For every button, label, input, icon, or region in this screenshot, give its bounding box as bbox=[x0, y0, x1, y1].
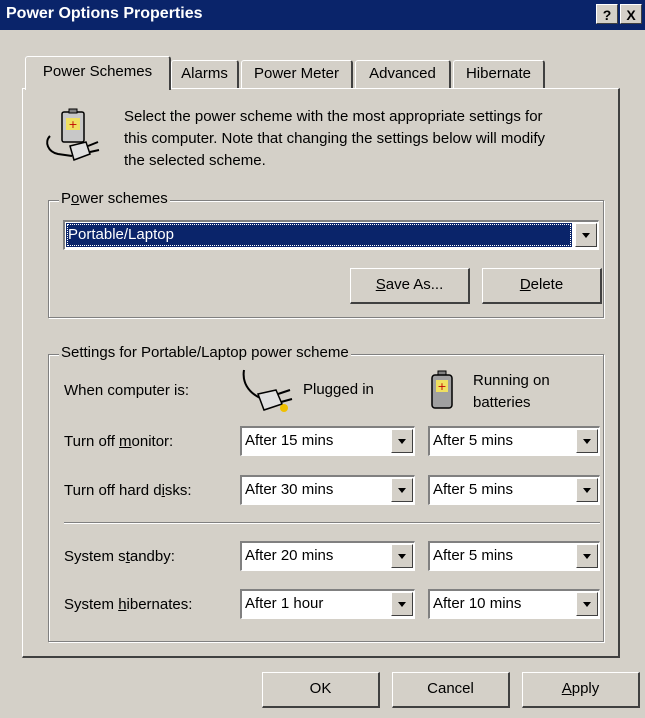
monitor-plugged-value: After 15 mins bbox=[245, 432, 334, 449]
power-plug-battery-icon: + bbox=[42, 108, 100, 162]
hibernate-plugged-value: After 1 hour bbox=[245, 595, 324, 612]
power-schemes-legend: Power schemes bbox=[59, 190, 170, 207]
hard-disks-battery-value: After 5 mins bbox=[433, 481, 514, 498]
chevron-down-icon[interactable] bbox=[391, 592, 413, 616]
tab-advanced[interactable]: Advanced bbox=[355, 60, 451, 88]
close-button[interactable]: X bbox=[620, 4, 642, 24]
hard-disks-battery-dropdown[interactable]: After 5 mins bbox=[428, 475, 600, 505]
standby-battery-value: After 5 mins bbox=[433, 547, 514, 564]
hibernate-plugged-dropdown[interactable]: After 1 hour bbox=[240, 589, 415, 619]
settings-separator bbox=[64, 522, 600, 524]
tab-hibernate[interactable]: Hibernate bbox=[453, 60, 545, 88]
intro-text-line-3: the selected scheme. bbox=[124, 152, 266, 169]
chevron-down-icon[interactable] bbox=[576, 544, 598, 568]
chevron-down-icon[interactable] bbox=[391, 478, 413, 502]
chevron-down-icon[interactable] bbox=[391, 544, 413, 568]
tab-power-schemes[interactable]: Power Schemes bbox=[25, 56, 171, 90]
svg-text:+: + bbox=[68, 118, 77, 131]
ok-button[interactable]: OK bbox=[262, 672, 380, 708]
when-computer-is-label: When computer is: bbox=[64, 382, 190, 399]
chevron-down-icon[interactable] bbox=[576, 429, 598, 453]
tab-alarms[interactable]: Alarms bbox=[171, 60, 239, 88]
monitor-plugged-dropdown[interactable]: After 15 mins bbox=[240, 426, 415, 456]
svg-text:+: + bbox=[437, 380, 446, 393]
selected-scheme: Portable/Laptop bbox=[68, 226, 174, 243]
plugged-in-label: Plugged in bbox=[303, 381, 374, 398]
intro-text-line-1: Select the power scheme with the most ap… bbox=[124, 108, 543, 125]
delete-button[interactable]: Delete bbox=[482, 268, 602, 304]
chevron-down-icon[interactable] bbox=[391, 429, 413, 453]
hard-disks-plugged-dropdown[interactable]: After 30 mins bbox=[240, 475, 415, 505]
system-hibernates-label: System hibernates: bbox=[64, 596, 193, 613]
chevron-down-icon[interactable] bbox=[575, 223, 597, 247]
hibernate-battery-dropdown[interactable]: After 10 mins bbox=[428, 589, 600, 619]
window-title: Power Options Properties bbox=[6, 5, 203, 22]
system-standby-label: System standby: bbox=[64, 548, 175, 565]
power-scheme-dropdown[interactable]: Portable/Laptop bbox=[63, 220, 599, 250]
save-as-button[interactable]: Save As... bbox=[350, 268, 470, 304]
chevron-down-icon[interactable] bbox=[576, 592, 598, 616]
monitor-battery-dropdown[interactable]: After 5 mins bbox=[428, 426, 600, 456]
standby-plugged-value: After 20 mins bbox=[245, 547, 334, 564]
settings-legend: Settings for Portable/Laptop power schem… bbox=[59, 344, 351, 361]
turn-off-monitor-label: Turn off monitor: bbox=[64, 433, 174, 450]
power-plug-icon bbox=[240, 368, 294, 418]
monitor-battery-value: After 5 mins bbox=[433, 432, 514, 449]
cancel-button[interactable]: Cancel bbox=[392, 672, 510, 708]
battery-icon: + bbox=[430, 370, 454, 410]
running-on-batteries-line-1: Running on bbox=[473, 372, 550, 389]
turn-off-hard-disks-label: Turn off hard disks: bbox=[64, 482, 192, 499]
running-on-batteries-line-2: batteries bbox=[473, 394, 531, 411]
tab-power-meter[interactable]: Power Meter bbox=[241, 60, 353, 88]
intro-text-line-2: this computer. Note that changing the se… bbox=[124, 130, 546, 147]
chevron-down-icon[interactable] bbox=[576, 478, 598, 502]
standby-battery-dropdown[interactable]: After 5 mins bbox=[428, 541, 600, 571]
help-button[interactable]: ? bbox=[596, 4, 618, 24]
hibernate-battery-value: After 10 mins bbox=[433, 595, 522, 612]
standby-plugged-dropdown[interactable]: After 20 mins bbox=[240, 541, 415, 571]
apply-button[interactable]: Apply bbox=[522, 672, 640, 708]
hard-disks-plugged-value: After 30 mins bbox=[245, 481, 334, 498]
